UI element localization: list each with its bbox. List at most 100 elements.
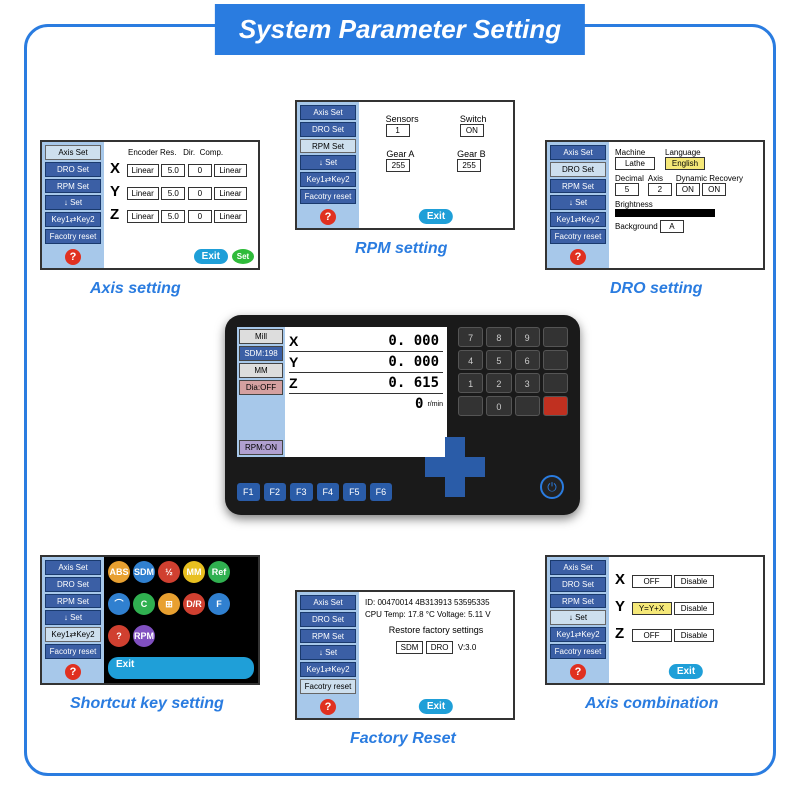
sidebar-dro-set[interactable]: DRO Set (45, 162, 101, 177)
x-comp[interactable]: Linear (214, 164, 246, 177)
combo-x-formula[interactable]: OFF (632, 575, 672, 588)
sensors-field[interactable]: 1 (386, 124, 410, 137)
sidebar-key-swap[interactable]: Key1⇄Key2 (300, 662, 356, 677)
help-icon[interactable]: ? (65, 249, 81, 265)
sidebar-key-swap[interactable]: Key1⇄Key2 (300, 172, 356, 187)
exit-button[interactable]: Exit (419, 699, 453, 714)
key-blank[interactable] (543, 373, 568, 393)
sidebar-set[interactable]: ↓ Set (300, 645, 356, 660)
sidebar-set[interactable]: ↓ Set (300, 155, 356, 170)
sidebar-axis-set[interactable]: Axis Set (300, 105, 356, 120)
sidebar-set[interactable]: ↓ Set (45, 610, 101, 625)
sc-dr-icon[interactable]: D/R (183, 593, 205, 615)
sidebar-set[interactable]: ↓ Set (550, 195, 606, 210)
sidebar-axis-set[interactable]: Axis Set (300, 595, 356, 610)
z-comp[interactable]: Linear (214, 210, 246, 223)
help-icon[interactable]: ? (320, 699, 336, 715)
sidebar-rpm-set[interactable]: RPM Set (550, 179, 606, 194)
combo-z-formula[interactable]: OFF (632, 629, 672, 642)
sidebar-factory-reset[interactable]: Facotry reset (45, 229, 101, 244)
sc-rpm-icon[interactable]: RPM (133, 625, 155, 647)
bg-field[interactable]: A (660, 220, 684, 233)
dev-dia[interactable]: Dia:OFF (239, 380, 283, 395)
key-blank[interactable] (458, 396, 483, 416)
geara-field[interactable]: 255 (386, 159, 410, 172)
key-9[interactable]: 9 (515, 327, 540, 347)
brightness-slider[interactable] (615, 209, 715, 217)
dro-button[interactable]: DRO (426, 641, 454, 654)
combo-y-enable[interactable]: Disable (674, 602, 714, 615)
y-res[interactable]: 5.0 (161, 187, 185, 200)
z-type[interactable]: Linear (127, 210, 159, 223)
sidebar-key-swap[interactable]: Key1⇄Key2 (45, 212, 101, 227)
f1-key[interactable]: F1 (237, 483, 260, 501)
sidebar-factory-reset[interactable]: Facotry reset (300, 679, 356, 694)
sidebar-set[interactable]: ↓ Set (45, 195, 101, 210)
exit-button[interactable]: Exit (194, 249, 228, 264)
help-icon[interactable]: ? (570, 249, 586, 265)
sc-c-icon[interactable]: C (133, 593, 155, 615)
key-4[interactable]: 4 (458, 350, 483, 370)
sc-ref-icon[interactable]: Ref (208, 561, 230, 583)
switch-field[interactable]: ON (460, 124, 484, 137)
machine-field[interactable]: Lathe (615, 157, 655, 170)
sidebar-axis-set[interactable]: Axis Set (45, 560, 101, 575)
f3-key[interactable]: F3 (290, 483, 313, 501)
dev-rpm[interactable]: RPM:ON (239, 440, 283, 455)
dpad-down[interactable] (445, 477, 465, 497)
sidebar-dro-set[interactable]: DRO Set (300, 612, 356, 627)
sc-help-icon[interactable]: ? (108, 625, 130, 647)
sdm-button[interactable]: SDM (396, 641, 424, 654)
sidebar-key-swap[interactable]: Key1⇄Key2 (45, 627, 101, 642)
sidebar-factory-reset[interactable]: Facotry reset (550, 644, 606, 659)
y-comp[interactable]: Linear (214, 187, 246, 200)
f4-key[interactable]: F4 (317, 483, 340, 501)
key-blank[interactable] (515, 396, 540, 416)
help-icon[interactable]: ? (320, 209, 336, 225)
sidebar-axis-set[interactable]: Axis Set (550, 560, 606, 575)
key-blank[interactable] (543, 350, 568, 370)
x-dir[interactable]: 0 (188, 164, 212, 177)
dev-mm[interactable]: MM (239, 363, 283, 378)
help-icon[interactable]: ? (570, 664, 586, 680)
f2-key[interactable]: F2 (264, 483, 287, 501)
sc-sdm-icon[interactable]: SDM (133, 561, 155, 583)
help-icon[interactable]: ? (65, 664, 81, 680)
dynrec2-field[interactable]: ON (702, 183, 726, 196)
x-res[interactable]: 5.0 (161, 164, 185, 177)
lang-field[interactable]: English (665, 157, 705, 170)
set-button[interactable]: Set (232, 249, 254, 264)
axiscount-field[interactable]: 2 (648, 183, 672, 196)
key-1[interactable]: 1 (458, 373, 483, 393)
sidebar-dro-set[interactable]: DRO Set (45, 577, 101, 592)
sidebar-key-swap[interactable]: Key1⇄Key2 (550, 212, 606, 227)
key-8[interactable]: 8 (486, 327, 511, 347)
f6-key[interactable]: F6 (370, 483, 393, 501)
f5-key[interactable]: F5 (343, 483, 366, 501)
dpad-up[interactable] (445, 437, 465, 457)
sc-half-icon[interactable]: ½ (158, 561, 180, 583)
combo-z-enable[interactable]: Disable (674, 629, 714, 642)
decimal-field[interactable]: 5 (615, 183, 639, 196)
exit-button[interactable]: Exit (108, 657, 254, 679)
exit-button[interactable]: Exit (419, 209, 453, 224)
key-ent[interactable] (543, 396, 568, 416)
sc-grid-icon[interactable]: ⊞ (158, 593, 180, 615)
dynrec1-field[interactable]: ON (676, 183, 700, 196)
y-type[interactable]: Linear (127, 187, 159, 200)
sidebar-rpm-set[interactable]: RPM Set (550, 594, 606, 609)
dpad-left[interactable] (425, 457, 445, 477)
key-6[interactable]: 6 (515, 350, 540, 370)
z-dir[interactable]: 0 (188, 210, 212, 223)
dev-sdm[interactable]: SDM:198 (239, 346, 283, 361)
power-button[interactable]: ⏻ (540, 475, 564, 499)
sc-f-icon[interactable]: F (208, 593, 230, 615)
sidebar-axis-set[interactable]: Axis Set (45, 145, 101, 160)
sidebar-rpm-set[interactable]: RPM Set (45, 179, 101, 194)
sidebar-dro-set[interactable]: DRO Set (300, 122, 356, 137)
sidebar-axis-set[interactable]: Axis Set (550, 145, 606, 160)
key-3[interactable]: 3 (515, 373, 540, 393)
sc-arc-icon[interactable]: ⌒ (108, 593, 130, 615)
sidebar-factory-reset[interactable]: Facotry reset (300, 189, 356, 204)
sidebar-rpm-set[interactable]: RPM Set (300, 139, 356, 154)
